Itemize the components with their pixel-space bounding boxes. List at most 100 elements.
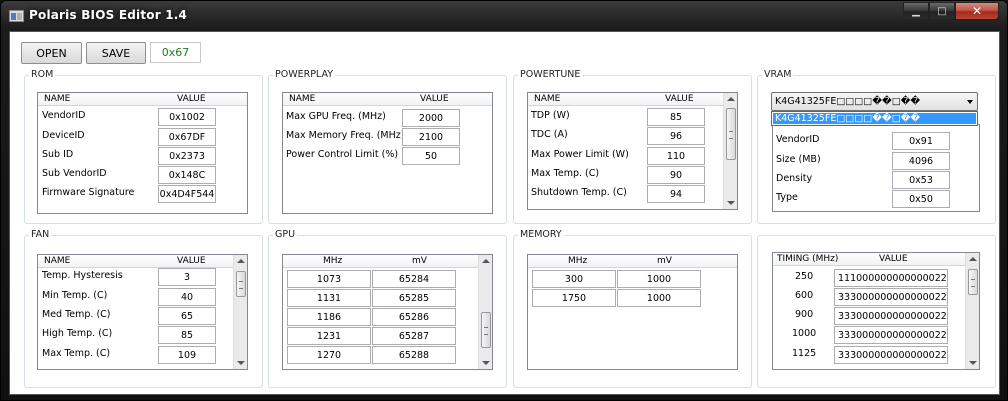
maximize-button[interactable]: □	[929, 2, 955, 20]
scroll-down-icon[interactable]	[727, 201, 735, 205]
max-temp-field[interactable]: 90	[647, 166, 705, 184]
gpu-mhz-field[interactable]: 1073	[287, 270, 371, 288]
window-title: Polaris BIOS Editor 1.4	[29, 8, 188, 22]
save-button[interactable]: SAVE	[86, 42, 146, 64]
gpu-mv-field[interactable]: 65286	[372, 308, 456, 326]
memory-header-mhz: MHz	[568, 256, 588, 266]
powertune-label: TDC (A)	[531, 129, 568, 140]
scroll-down-icon[interactable]	[237, 361, 245, 365]
vram-select[interactable]: K4G41325FE□□□□��□��	[771, 92, 978, 111]
rom-header-value: VALUE	[177, 94, 206, 104]
tdc-field[interactable]: 96	[647, 127, 705, 145]
vram-size-field[interactable]: 4096	[892, 152, 950, 170]
fan-header: NAME VALUE	[38, 255, 233, 268]
vram-type-field[interactable]: 0x50	[892, 190, 950, 208]
scroll-up-icon[interactable]	[969, 257, 977, 261]
chevron-down-icon[interactable]	[967, 100, 973, 104]
powertune-scrollbar[interactable]	[723, 93, 737, 209]
fan-label: Max Temp. (C)	[42, 348, 111, 359]
open-button[interactable]: OPEN	[21, 42, 82, 64]
max-memory-freq-field[interactable]: 2100	[402, 128, 460, 146]
scroll-up-icon[interactable]	[727, 97, 735, 101]
vram-label: Type	[776, 192, 798, 203]
vram-label: Size (MB)	[776, 154, 821, 165]
gpu-mhz-field[interactable]: 1186	[287, 308, 371, 326]
fan-header-name: NAME	[44, 256, 71, 266]
gpu-mhz-field[interactable]: 1270	[287, 346, 371, 364]
vram-vendorid-field[interactable]: 0x91	[892, 132, 950, 150]
title-bar[interactable]: Polaris BIOS Editor 1.4 ▁ □ ✕	[1, 1, 1007, 31]
gpu-mv-field[interactable]: 65285	[372, 289, 456, 307]
timing-group: TIMING (MHz) VALUE 250 11100000000000002…	[757, 235, 996, 388]
gpu-title: GPU	[273, 229, 298, 241]
rom-grid: NAME VALUE VendorID 0x1002 DeviceID 0x67…	[37, 92, 248, 214]
rom-header: NAME VALUE	[38, 93, 247, 106]
gpu-mhz-field[interactable]: 1231	[287, 327, 371, 345]
scroll-down-icon[interactable]	[969, 361, 977, 365]
powertune-grid: NAME VALUE TDP (W) 85 TDC (A) 96 Max Pow…	[527, 92, 738, 210]
vram-label: VendorID	[776, 134, 820, 145]
checksum-display: 0x67	[150, 42, 201, 63]
rom-label: Firmware Signature	[42, 187, 135, 198]
powerplay-label: Power Control Limit (%)	[286, 149, 399, 160]
powerplay-header: NAME VALUE	[283, 93, 492, 106]
timing-value-field[interactable]: 333000000000000022CC	[834, 307, 948, 325]
memory-mv-field[interactable]: 1000	[617, 270, 701, 288]
rom-subvendorid-field[interactable]: 0x148C	[158, 166, 216, 184]
fan-max-temp-field[interactable]: 109	[158, 346, 216, 364]
scroll-thumb[interactable]	[236, 271, 246, 297]
power-control-limit-field[interactable]: 50	[402, 147, 460, 165]
min-temp-field[interactable]: 40	[158, 288, 216, 306]
rom-subid-field[interactable]: 0x2373	[158, 147, 216, 165]
minimize-icon: ▁	[912, 5, 920, 17]
scroll-down-icon[interactable]	[482, 361, 490, 365]
rom-vendorid-field[interactable]: 0x1002	[158, 108, 216, 126]
scroll-thumb[interactable]	[968, 269, 978, 295]
high-temp-field[interactable]: 85	[158, 326, 216, 344]
timing-mhz-label: 600	[795, 290, 814, 301]
timing-value-field[interactable]: 333000000000000022CC	[834, 288, 948, 306]
timing-value-field[interactable]: 333000000000000022CC	[834, 326, 948, 344]
fan-scrollbar[interactable]	[233, 255, 247, 369]
gpu-mv-field[interactable]: 65284	[372, 270, 456, 288]
rom-group: ROM NAME VALUE VendorID 0x1002 DeviceID …	[24, 69, 263, 224]
gpu-scrollbar[interactable]	[478, 255, 492, 369]
temp-hysteresis-field[interactable]: 3	[158, 268, 216, 286]
timing-scrollbar[interactable]	[965, 253, 979, 369]
memory-mhz-field[interactable]: 300	[532, 270, 616, 288]
gpu-mv-field[interactable]: 65287	[372, 327, 456, 345]
tdp-field[interactable]: 85	[647, 108, 705, 126]
max-power-limit-field[interactable]: 110	[647, 147, 705, 165]
scroll-thumb[interactable]	[726, 108, 736, 160]
rom-firmware-field[interactable]: 0x4D4F544	[158, 185, 216, 203]
vram-dropdown-item[interactable]: K4G41325FE□□□□��□��	[773, 113, 976, 124]
vram-grid: VendorID 0x91 Size (MB) 4096 Density 0x5…	[772, 124, 980, 212]
powertune-label: TDP (W)	[531, 110, 570, 121]
med-temp-field[interactable]: 65	[158, 307, 216, 325]
fan-label: Temp. Hysteresis	[42, 270, 123, 281]
gpu-mv-field[interactable]: 65288	[372, 346, 456, 364]
memory-group: MEMORY MHz mV 300 1000 1750 1000	[513, 229, 752, 388]
rom-deviceid-field[interactable]: 0x67DF	[158, 128, 216, 146]
fan-header-value: VALUE	[177, 256, 206, 266]
timing-header-mhz: TIMING (MHz)	[777, 254, 839, 264]
rom-label: DeviceID	[42, 130, 85, 141]
timing-mhz-label: 250	[795, 271, 814, 282]
minimize-button[interactable]: ▁	[903, 2, 929, 20]
rom-header-name: NAME	[44, 94, 71, 104]
scroll-up-icon[interactable]	[482, 259, 490, 263]
max-gpu-freq-field[interactable]: 2000	[402, 109, 460, 127]
close-button[interactable]: ✕	[955, 2, 999, 20]
memory-mv-field[interactable]: 1000	[617, 289, 701, 307]
app-icon	[9, 10, 24, 22]
timing-value-field[interactable]: 333000000000000022CC	[834, 346, 948, 364]
fan-group: FAN NAME VALUE Temp. Hysteresis 3 Min Te…	[24, 229, 263, 388]
scroll-thumb[interactable]	[481, 312, 491, 348]
shutdown-temp-field[interactable]: 94	[647, 185, 705, 203]
gpu-header-mhz: MHz	[323, 256, 343, 266]
scroll-up-icon[interactable]	[237, 259, 245, 263]
gpu-mhz-field[interactable]: 1131	[287, 289, 371, 307]
memory-mhz-field[interactable]: 1750	[532, 289, 616, 307]
vram-density-field[interactable]: 0x53	[892, 171, 950, 189]
timing-value-field[interactable]: 111000000000000022CC	[834, 269, 948, 287]
